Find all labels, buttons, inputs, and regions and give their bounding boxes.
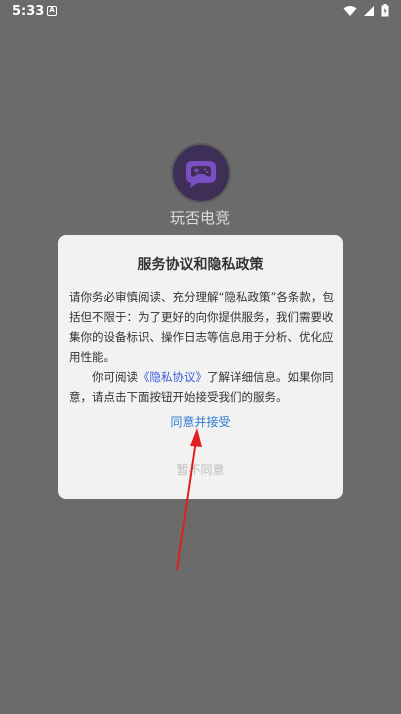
annotation-arrow-icon	[176, 428, 202, 571]
